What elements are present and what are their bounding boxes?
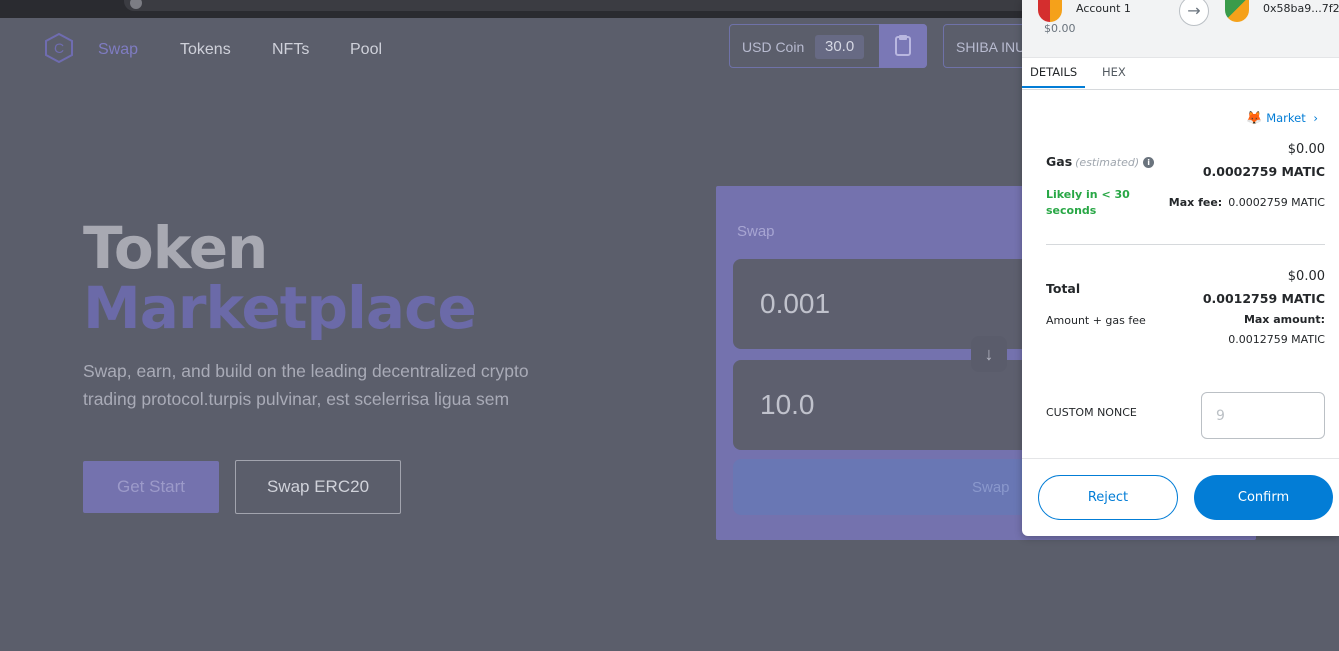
gas-max-fee: Max fee: 0.0002759 MATIC <box>1169 196 1325 209</box>
nav-pool[interactable]: Pool <box>350 41 382 59</box>
gas-estimated-text: (estimated) <box>1075 156 1140 169</box>
total-label: Total <box>1046 281 1081 296</box>
max-amount-value: 0.0012759 MATIC <box>1228 333 1325 346</box>
nav-swap[interactable]: Swap <box>98 41 138 59</box>
max-fee-label: Max fee: <box>1168 196 1223 209</box>
nav-tokens[interactable]: Tokens <box>180 41 231 59</box>
tab-details[interactable]: DETAILS <box>1030 65 1077 79</box>
swap-button-label: Swap <box>972 479 1010 496</box>
recipient-avatar-icon <box>1225 0 1249 22</box>
svg-text:C: C <box>54 40 64 56</box>
token-balance-usdc: USD Coin 30.0 <box>729 24 927 68</box>
tab-hex[interactable]: HEX <box>1102 65 1126 79</box>
tx-header: Account 1 $0.00 → 0x58ba9...7f2... <box>1022 0 1339 58</box>
account-avatar-icon <box>1038 0 1062 22</box>
hero-title-line1: Token <box>83 214 268 282</box>
fox-icon: 🦊 <box>1246 111 1263 126</box>
site-info-icon[interactable] <box>130 0 142 9</box>
footer-divider <box>1022 458 1339 459</box>
get-start-button[interactable]: Get Start <box>83 461 219 513</box>
tx-tabs: DETAILS HEX <box>1022 57 1339 90</box>
hero-subtitle: Swap, earn, and build on the leading dec… <box>83 361 529 409</box>
arrow-right-icon: → <box>1179 0 1209 26</box>
address-bar[interactable] <box>124 0 1044 11</box>
gas-market-selector[interactable]: 🦊 Market › <box>1246 111 1318 126</box>
nav-nfts[interactable]: NFTs <box>272 41 309 59</box>
total-usd: $0.00 <box>1287 269 1325 284</box>
active-tab-indicator <box>1022 86 1085 88</box>
recipient-address[interactable]: 0x58ba9...7f2... <box>1263 2 1339 15</box>
token-name-shiba: SHIBA INU <box>956 39 1026 55</box>
swap-card-title: Swap <box>737 223 775 240</box>
clipboard-icon <box>895 35 911 56</box>
hero-title-line2: Marketplace <box>83 274 477 342</box>
sender-account-name[interactable]: Account 1 <box>1076 2 1131 15</box>
chevron-right-icon: › <box>1313 111 1318 125</box>
custom-nonce-input[interactable] <box>1201 392 1325 439</box>
divider <box>1046 244 1325 245</box>
max-amount-label: Max amount: <box>1243 313 1325 326</box>
gas-time-estimate: Likely in < 30 seconds <box>1046 188 1130 217</box>
metamask-confirm-popup: Account 1 $0.00 → 0x58ba9...7f2... DETAI… <box>1022 0 1339 536</box>
confirm-button[interactable]: Confirm <box>1194 475 1333 520</box>
logo-icon[interactable]: C <box>44 33 74 63</box>
gas-usd: $0.00 <box>1287 142 1325 157</box>
copy-button[interactable] <box>879 24 927 68</box>
max-fee-value: 0.0002759 MATIC <box>1228 196 1325 209</box>
reject-button[interactable]: Reject <box>1038 475 1178 520</box>
gas-label: Gas (estimated) i <box>1046 154 1155 169</box>
swap-to-value: 10.0 <box>760 389 815 420</box>
info-icon[interactable]: i <box>1143 157 1155 168</box>
token-balance: 30.0 <box>815 35 865 59</box>
total-matic: 0.0012759 MATIC <box>1202 291 1325 306</box>
amount-gas-fee-label: Amount + gas fee <box>1046 314 1146 327</box>
market-label: Market <box>1266 111 1306 125</box>
swap-from-value: 0.001 <box>760 288 831 319</box>
swap-erc20-button[interactable]: Swap ERC20 <box>235 460 401 514</box>
gas-matic: 0.0002759 MATIC <box>1202 164 1325 179</box>
gas-label-text: Gas <box>1046 154 1073 169</box>
token-name: USD Coin <box>742 39 805 55</box>
switch-direction-icon[interactable]: ↓ <box>971 336 1007 372</box>
custom-nonce-label: CUSTOM NONCE <box>1046 406 1137 419</box>
sender-balance: $0.00 <box>1044 22 1076 35</box>
